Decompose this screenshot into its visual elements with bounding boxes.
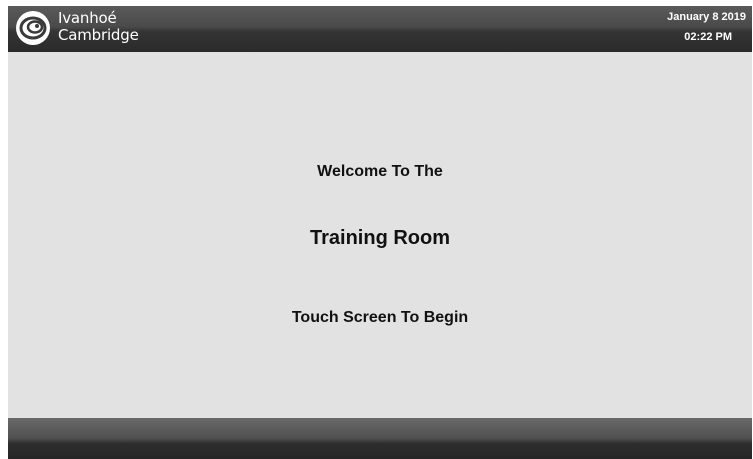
welcome-text: Welcome To The: [317, 163, 443, 180]
header-bar: Ivanhoé Cambridge January 8 2019 02:22 P…: [8, 6, 752, 52]
brand-name-line2: Cambridge: [58, 26, 139, 44]
ivanhoe-cambridge-logo-icon: [16, 11, 50, 45]
brand-logo-text: Ivanhoé Cambridge: [58, 10, 139, 44]
touch-to-begin-area[interactable]: Welcome To The Training Room Touch Scree…: [8, 52, 752, 418]
current-time: 02:22 PM: [684, 31, 732, 43]
room-name: Training Room: [310, 227, 450, 249]
footer-bar: [8, 418, 752, 459]
current-date: January 8 2019: [667, 11, 746, 23]
touch-panel: Ivanhoé Cambridge January 8 2019 02:22 P…: [8, 6, 752, 459]
touch-prompt: Touch Screen To Begin: [291, 309, 469, 326]
brand-name-line1: Ivanhoé: [58, 9, 117, 27]
